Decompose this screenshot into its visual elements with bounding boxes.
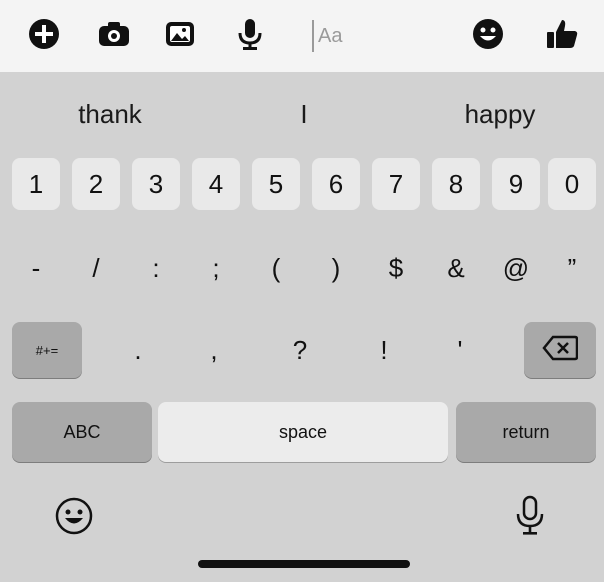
key-3[interactable]: 3 <box>132 158 180 210</box>
key-dollar[interactable]: $ <box>372 242 420 294</box>
key-1[interactable]: 1 <box>12 158 60 210</box>
key-5[interactable]: 5 <box>252 158 300 210</box>
thumbs-up-icon[interactable] <box>544 16 580 52</box>
key-at[interactable]: @ <box>492 242 540 294</box>
return-key[interactable]: return <box>456 402 596 462</box>
key-comma[interactable]: , <box>186 322 242 378</box>
suggestion-i[interactable]: I <box>234 92 374 136</box>
microphone-icon[interactable] <box>232 16 268 52</box>
key-8[interactable]: 8 <box>432 158 480 210</box>
space-bar[interactable]: space <box>158 402 448 462</box>
emoji-keyboard-button[interactable] <box>52 496 96 540</box>
key-question[interactable]: ? <box>272 322 328 378</box>
backspace-icon <box>542 335 579 366</box>
key-semicolon[interactable]: ; <box>192 242 240 294</box>
plus-icon[interactable] <box>26 16 62 52</box>
suggestion-happy[interactable]: happy <box>430 92 570 136</box>
suggestion-thank[interactable]: thank <box>40 92 180 136</box>
message-composer <box>0 0 604 72</box>
message-input[interactable] <box>312 20 460 52</box>
key-6[interactable]: 6 <box>312 158 360 210</box>
key-apostrophe[interactable]: ' <box>432 322 488 378</box>
gallery-icon[interactable] <box>162 16 198 52</box>
emoji-keyboard-icon <box>54 496 94 541</box>
key-quote[interactable]: ” <box>548 242 596 294</box>
key-colon[interactable]: : <box>132 242 180 294</box>
key-slash[interactable]: / <box>72 242 120 294</box>
backspace-key[interactable] <box>524 322 596 378</box>
key-hyphen[interactable]: - <box>12 242 60 294</box>
microphone-outline-icon <box>512 494 548 543</box>
key-exclamation[interactable]: ! <box>356 322 412 378</box>
camera-icon[interactable] <box>96 16 132 52</box>
key-0[interactable]: 0 <box>548 158 596 210</box>
dictation-button[interactable] <box>508 494 552 543</box>
emoji-icon[interactable] <box>470 16 506 52</box>
more-symbols-key[interactable]: #+= <box>12 322 82 378</box>
key-7[interactable]: 7 <box>372 158 420 210</box>
key-4[interactable]: 4 <box>192 158 240 210</box>
home-indicator[interactable] <box>198 560 410 568</box>
abc-key[interactable]: ABC <box>12 402 152 462</box>
key-ampersand[interactable]: & <box>432 242 480 294</box>
key-2[interactable]: 2 <box>72 158 120 210</box>
key-9[interactable]: 9 <box>492 158 540 210</box>
key-period[interactable]: . <box>110 322 166 378</box>
key-open-paren[interactable]: ( <box>252 242 300 294</box>
key-close-paren[interactable]: ) <box>312 242 360 294</box>
